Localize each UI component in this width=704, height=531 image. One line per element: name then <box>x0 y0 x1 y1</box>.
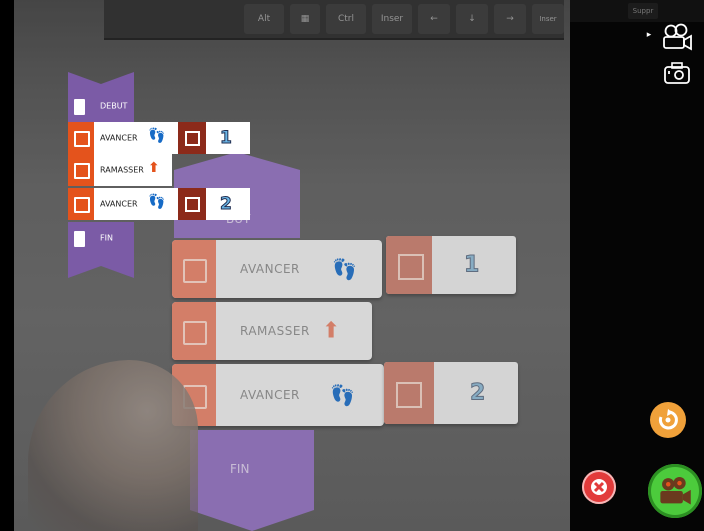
camera-photo-icon[interactable] <box>662 60 692 86</box>
number-block-value: 2 <box>220 194 233 215</box>
block-avancer-2[interactable]: AVANCER 👣 <box>68 188 178 220</box>
number-block-2[interactable]: 2 <box>178 188 250 220</box>
number-block-1[interactable]: 1 <box>178 122 250 154</box>
movie-camera-icon <box>660 476 691 505</box>
move-block-icon <box>68 122 94 154</box>
pickup-icon: ⬆ <box>148 160 160 176</box>
close-icon <box>591 479 607 495</box>
cancel-button[interactable] <box>582 470 616 504</box>
number-block-value: 1 <box>220 128 233 149</box>
block-avancer-1[interactable]: AVANCER 👣 <box>68 122 178 154</box>
key-suppr: Suppr <box>628 3 658 19</box>
record-button[interactable] <box>648 464 702 518</box>
camera-video-icon[interactable] <box>660 22 694 52</box>
move-block-icon <box>68 188 94 220</box>
block-fin-label: FIN <box>100 233 113 243</box>
block-fin[interactable]: FIN <box>68 222 134 254</box>
play-arrow-icon[interactable]: ▸ <box>644 28 654 42</box>
footsteps-icon: 👣 <box>148 128 166 144</box>
block-debut[interactable]: DEBUT <box>68 90 134 122</box>
block-ramasser[interactable]: RAMASSER ⬆ <box>68 154 172 186</box>
block-label: RAMASSER <box>100 165 144 175</box>
block-label: AVANCER <box>100 199 138 209</box>
move-block-icon <box>68 154 94 186</box>
footsteps-icon: 👣 <box>148 194 166 210</box>
block-label: AVANCER <box>100 133 138 143</box>
block-debut-label: DEBUT <box>100 101 128 111</box>
undo-button[interactable] <box>650 402 686 438</box>
keyboard-photo-right: Suppr <box>570 0 704 22</box>
undo-icon <box>658 409 678 430</box>
